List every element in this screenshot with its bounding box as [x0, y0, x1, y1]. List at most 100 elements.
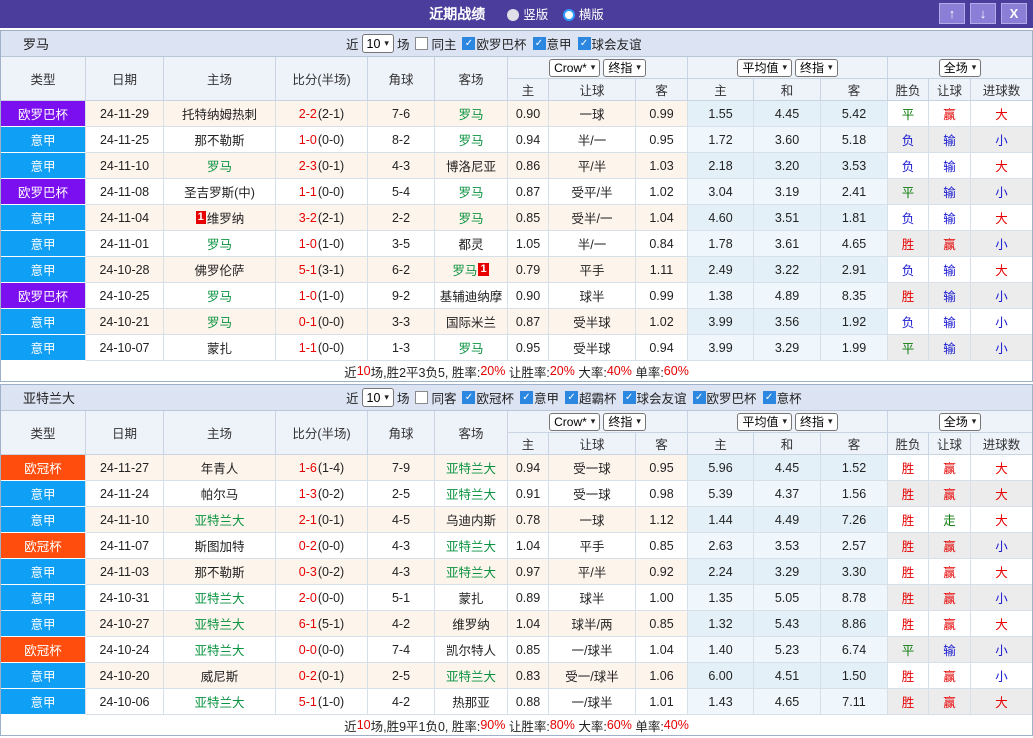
radio-vertical-label[interactable]: 竖版 — [523, 8, 548, 22]
home-team[interactable]: 罗马 — [164, 231, 276, 257]
handicap-result-header: 让球 — [929, 79, 971, 100]
home-team[interactable]: 亚特兰大 — [164, 585, 276, 611]
same-venue-checkbox[interactable] — [415, 37, 429, 50]
home-team[interactable]: 帕尔马 — [164, 481, 276, 507]
away-team[interactable]: 亚特兰大 — [435, 481, 508, 507]
home-team[interactable]: 亚特兰大 — [164, 637, 276, 663]
away-team[interactable]: 凯尔特人 — [435, 637, 508, 663]
away-team[interactable]: 乌迪内斯 — [435, 507, 508, 533]
average-select[interactable]: 平均值 ▾ — [737, 58, 792, 77]
radio-horizontal-icon[interactable] — [562, 9, 575, 21]
close-button[interactable]: X — [1001, 3, 1027, 24]
league-checkbox[interactable]: ✓ — [692, 391, 706, 404]
full-period-select[interactable]: 全场 ▾ — [938, 58, 982, 77]
home-team[interactable]: 佛罗伦萨 — [164, 257, 276, 283]
score[interactable]: 2-3 (0-1) — [276, 153, 368, 179]
home-team[interactable]: 斯图加特 — [164, 533, 276, 559]
away-team[interactable]: 亚特兰大 — [435, 663, 508, 689]
away-team[interactable]: 基辅迪纳摩 — [435, 283, 508, 309]
home-team[interactable]: 亚特兰大 — [164, 689, 276, 715]
league-checkbox[interactable]: ✓ — [462, 391, 476, 404]
score[interactable]: 0-2 (0-1) — [276, 663, 368, 689]
match-type-badge: 欧冠杯 — [1, 533, 86, 559]
home-team[interactable]: 威尼斯 — [164, 663, 276, 689]
score[interactable]: 6-1 (5-1) — [276, 611, 368, 637]
score[interactable]: 1-1 (0-0) — [276, 179, 368, 205]
league-checkbox[interactable]: ✓ — [565, 391, 579, 404]
league-checkbox[interactable]: ✓ — [622, 391, 636, 404]
corners: 4-2 — [368, 611, 435, 637]
away-team[interactable]: 热那亚 — [435, 689, 508, 715]
move-down-button[interactable]: ↓ — [970, 3, 996, 24]
home-team[interactable]: 圣吉罗斯(中) — [164, 179, 276, 205]
home-team[interactable]: 亚特兰大 — [164, 507, 276, 533]
final-index-select[interactable]: 终指 ▾ — [795, 412, 838, 431]
odds-group-header: Crow* ▾ 终指 ▾ — [508, 57, 688, 79]
crow-select[interactable]: Crow* ▾ — [549, 412, 601, 431]
avg-draw: 3.60 — [754, 127, 821, 153]
home-team[interactable]: 那不勒斯 — [164, 559, 276, 585]
odds-home: 0.94 — [508, 455, 549, 481]
home-team[interactable]: 亚特兰大 — [164, 611, 276, 637]
score[interactable]: 1-0 (0-0) — [276, 127, 368, 153]
score[interactable]: 1-0 (1-0) — [276, 231, 368, 257]
score[interactable]: 1-1 (0-0) — [276, 335, 368, 361]
away-team[interactable]: 罗马 — [435, 335, 508, 361]
score[interactable]: 5-1 (3-1) — [276, 257, 368, 283]
home-team[interactable]: 那不勒斯 — [164, 127, 276, 153]
away-team[interactable]: 维罗纳 — [435, 611, 508, 637]
league-checkbox[interactable]: ✓ — [577, 37, 591, 50]
away-team[interactable]: 亚特兰大 — [435, 559, 508, 585]
home-team[interactable]: 年青人 — [164, 455, 276, 481]
score[interactable]: 0-2 (0-0) — [276, 533, 368, 559]
odds-handicap-header: 让球 — [549, 79, 636, 100]
away-team[interactable]: 罗马 — [435, 179, 508, 205]
final-index-select[interactable]: 终指 ▾ — [603, 412, 646, 431]
home-team[interactable]: 罗马 — [164, 153, 276, 179]
league-checkbox[interactable]: ✓ — [532, 37, 546, 50]
score[interactable]: 2-0 (0-0) — [276, 585, 368, 611]
score[interactable]: 0-3 (0-2) — [276, 559, 368, 585]
league-checkbox[interactable]: ✓ — [462, 37, 476, 50]
home-team[interactable]: 1 维罗纳 — [164, 205, 276, 231]
final-index-select[interactable]: 终指 ▾ — [795, 58, 838, 77]
away-team[interactable]: 罗马 — [435, 101, 508, 127]
league-checkbox[interactable]: ✓ — [520, 391, 533, 404]
score[interactable]: 2-2 (2-1) — [276, 101, 368, 127]
score[interactable]: 3-2 (2-1) — [276, 205, 368, 231]
match-count-select[interactable]: 10 ▾ — [361, 388, 394, 407]
home-team[interactable]: 托特纳姆热刺 — [164, 101, 276, 127]
column-header: 角球 — [368, 57, 435, 100]
full-period-select[interactable]: 全场 ▾ — [938, 412, 982, 431]
same-venue-checkbox[interactable] — [415, 391, 429, 404]
away-team[interactable]: 博洛尼亚 — [435, 153, 508, 179]
score[interactable]: 0-0 (0-0) — [276, 637, 368, 663]
home-team[interactable]: 蒙扎 — [164, 335, 276, 361]
radio-vertical-icon[interactable] — [507, 9, 520, 21]
column-header: 客场 — [435, 57, 508, 100]
radio-horizontal-label[interactable]: 横版 — [579, 8, 604, 22]
score[interactable]: 1-3 (0-2) — [276, 481, 368, 507]
away-team[interactable]: 罗马 1 — [435, 257, 508, 283]
away-team[interactable]: 都灵 — [435, 231, 508, 257]
league-checkbox[interactable]: ✓ — [762, 391, 776, 404]
final-index-select[interactable]: 终指 ▾ — [603, 58, 646, 77]
score[interactable]: 5-1 (1-0) — [276, 689, 368, 715]
away-team[interactable]: 亚特兰大 — [435, 455, 508, 481]
home-team[interactable]: 罗马 — [164, 283, 276, 309]
home-team[interactable]: 罗马 — [164, 309, 276, 335]
away-team[interactable]: 罗马 — [435, 127, 508, 153]
move-up-button[interactable]: ↑ — [939, 3, 965, 24]
away-team[interactable]: 蒙扎 — [435, 585, 508, 611]
average-select[interactable]: 平均值 ▾ — [737, 412, 792, 431]
away-team[interactable]: 罗马 — [435, 205, 508, 231]
crow-select[interactable]: Crow* ▾ — [549, 58, 601, 77]
score[interactable]: 0-1 (0-0) — [276, 309, 368, 335]
score[interactable]: 1-0 (1-0) — [276, 283, 368, 309]
match-count-select[interactable]: 10 ▾ — [361, 34, 394, 53]
away-team[interactable]: 国际米兰 — [435, 309, 508, 335]
league-label: 超霸杯 — [579, 392, 617, 406]
away-team[interactable]: 亚特兰大 — [435, 533, 508, 559]
score[interactable]: 1-6 (1-4) — [276, 455, 368, 481]
score[interactable]: 2-1 (0-1) — [276, 507, 368, 533]
